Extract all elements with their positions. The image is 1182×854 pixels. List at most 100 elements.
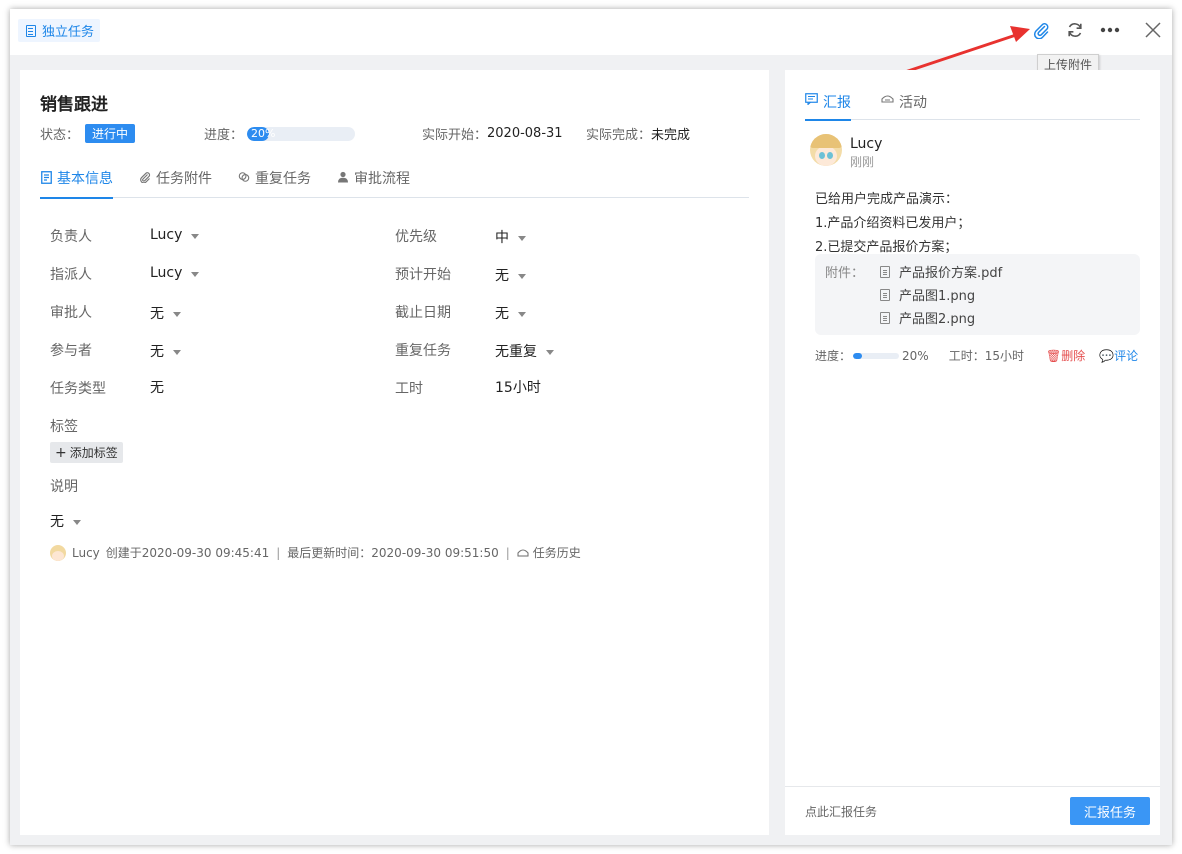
- progress-label: 进度：: [204, 128, 244, 143]
- approver-value: 无: [150, 306, 164, 322]
- delete-label: 删除: [1061, 349, 1086, 363]
- repeat-task-value: 无重复: [495, 344, 537, 360]
- link-icon: [238, 170, 250, 184]
- owner-label: 负责人: [50, 229, 92, 245]
- close-button[interactable]: [1142, 19, 1164, 41]
- tab-activity[interactable]: 活动: [881, 92, 927, 120]
- description-select[interactable]: 无: [50, 511, 81, 531]
- approver-label: 审批人: [50, 305, 92, 321]
- status-badge[interactable]: 进行中: [85, 124, 136, 143]
- report-text-line: 1.产品介绍资料已发用户；: [815, 216, 971, 231]
- tab-label: 审批流程: [354, 171, 410, 187]
- history-icon: [517, 549, 529, 557]
- attachment-name: 产品报价方案.pdf: [899, 266, 1003, 281]
- task-audit-line: Lucy 创建于2020-09-30 09:45:41 | 最后更新时间：202…: [50, 544, 581, 561]
- tab-label: 基本信息: [57, 171, 113, 187]
- actual-finish-label: 实际完成：: [586, 128, 652, 143]
- description-label: 说明: [50, 479, 78, 495]
- attachment-label: 附件：: [825, 266, 865, 281]
- report-hours: 工时：15小时: [948, 349, 1024, 363]
- owner-value: Lucy: [150, 227, 183, 243]
- file-icon: [880, 288, 890, 301]
- add-tag-button[interactable]: + 添加标签: [50, 442, 123, 463]
- chevron-down-icon: [191, 271, 200, 277]
- report-task-button[interactable]: 汇报任务: [1070, 797, 1150, 825]
- planned-start-select[interactable]: 无: [495, 265, 526, 285]
- tab-label: 汇报: [823, 95, 851, 111]
- task-type-label: 独立任务: [42, 25, 95, 40]
- report-meta: 进度： 20% 工时：15小时 🗑删除 💬评论: [815, 347, 1138, 364]
- attachment-list: 附件： 产品报价方案.pdf 产品图1.png 产品图2.png: [815, 254, 1140, 335]
- comment-button[interactable]: 💬评论: [1099, 347, 1138, 364]
- report-tabs: 汇报 活动: [805, 92, 1140, 121]
- planned-start-value: 无: [495, 268, 509, 284]
- doc-icon: [26, 24, 36, 37]
- hours-label: 工时: [395, 381, 423, 397]
- task-title: 销售跟进: [40, 95, 108, 115]
- attachment-item[interactable]: 产品报价方案.pdf: [880, 262, 1002, 281]
- created-time: 创建于2020-09-30 09:45:41: [105, 546, 270, 560]
- report-progress-label: 进度：: [815, 349, 852, 363]
- upload-attachment-button[interactable]: [1030, 19, 1052, 41]
- task-history-label: 任务历史: [532, 546, 581, 560]
- activity-icon: [881, 93, 894, 104]
- report-footer: 点此汇报任务 汇报任务: [785, 786, 1160, 835]
- task-type-value: 无: [150, 377, 164, 397]
- actual-finish-value: 未完成: [651, 128, 691, 143]
- participants-label: 参与者: [50, 343, 92, 359]
- task-info-panel: 销售跟进 状态： 进行中 进度： 20% 实际开始： 2020-08-31 实际…: [20, 70, 769, 835]
- more-button[interactable]: [1099, 19, 1121, 41]
- tab-repeat-task[interactable]: 重复任务: [238, 168, 311, 198]
- doc-icon: [40, 170, 52, 184]
- close-icon: [1145, 22, 1161, 38]
- divider: |: [276, 545, 281, 560]
- owner-select[interactable]: Lucy: [150, 227, 200, 243]
- attachment-item[interactable]: 产品图1.png: [880, 285, 975, 304]
- status-label: 状态：: [40, 128, 80, 143]
- tab-label: 任务附件: [156, 171, 212, 187]
- report-time: 刚刚: [850, 155, 875, 169]
- task-tabs: 基本信息 任务附件 重复任务 审批流程: [40, 168, 749, 199]
- divider: |: [505, 545, 510, 560]
- delete-report-button[interactable]: 🗑删除: [1046, 347, 1085, 364]
- tab-basic-info[interactable]: 基本信息: [40, 168, 113, 199]
- avatar: [810, 134, 842, 166]
- report-progress-text: 20%: [902, 348, 929, 363]
- tab-label: 重复任务: [255, 171, 311, 187]
- paperclip-icon: [1033, 23, 1049, 39]
- priority-select[interactable]: 中: [495, 227, 526, 247]
- report-text-line: 2.已提交产品报价方案；: [815, 240, 958, 255]
- report-hint[interactable]: 点此汇报任务: [805, 803, 877, 820]
- participants-select[interactable]: 无: [150, 341, 181, 361]
- assigner-label: 指派人: [50, 267, 92, 283]
- approver-select[interactable]: 无: [150, 303, 181, 323]
- task-history-link[interactable]: 任务历史: [517, 544, 581, 561]
- chevron-down-icon: [546, 349, 554, 355]
- avatar: [50, 544, 66, 561]
- hours-value: 15小时: [495, 377, 541, 397]
- chevron-down-icon: [518, 273, 526, 279]
- report-text-line: 已给用户完成产品演示：: [815, 192, 959, 207]
- actual-start-row: 实际开始： 2020-08-31: [422, 124, 563, 143]
- chevron-down-icon: [191, 233, 200, 239]
- file-icon: [880, 265, 890, 278]
- planned-start-label: 预计开始: [395, 267, 451, 283]
- updated-time: 最后更新时间：2020-09-30 09:51:50: [287, 546, 499, 560]
- add-tag-label: 添加标签: [69, 446, 118, 460]
- attachment-item[interactable]: 产品图2.png: [880, 308, 975, 327]
- description-value: 无: [50, 514, 64, 530]
- trash-icon: 🗑: [1045, 349, 1062, 363]
- assigner-select[interactable]: Lucy: [150, 265, 200, 281]
- tab-attachments[interactable]: 任务附件: [139, 168, 212, 198]
- tab-report[interactable]: 汇报: [805, 92, 851, 121]
- due-date-select[interactable]: 无: [495, 303, 526, 323]
- tab-approval-flow[interactable]: 审批流程: [337, 168, 410, 198]
- repeat-task-select[interactable]: 无重复: [495, 341, 554, 361]
- actual-start-value: 2020-08-31: [487, 126, 563, 141]
- task-type-text: 无: [150, 380, 164, 396]
- window-header: 独立任务: [10, 9, 1172, 55]
- refresh-button[interactable]: [1064, 19, 1086, 41]
- reporter-name: Lucy: [850, 136, 883, 152]
- chevron-down-icon: [173, 311, 181, 317]
- progress-bar[interactable]: 20%: [247, 126, 356, 141]
